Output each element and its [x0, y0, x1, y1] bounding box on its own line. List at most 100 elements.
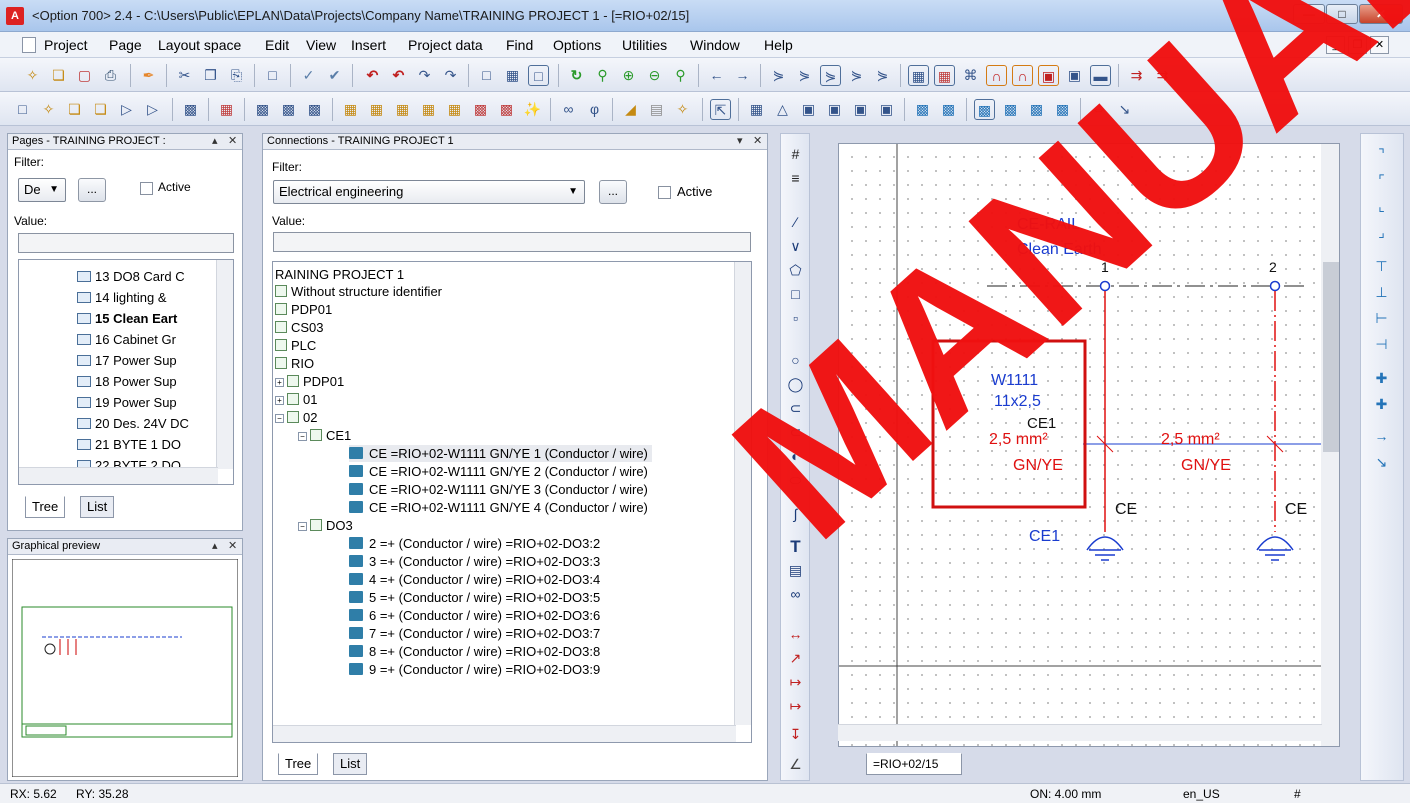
zoom-100-icon[interactable]: ⚲	[670, 65, 691, 86]
plc-b-icon[interactable]: ▦	[366, 99, 387, 120]
table-red-icon[interactable]: ▦	[934, 65, 955, 86]
line-icon[interactable]: ∕	[785, 212, 806, 233]
menu-view[interactable]: View	[306, 37, 336, 53]
device-e-icon[interactable]: ▩	[304, 99, 325, 120]
polyline-icon[interactable]: ∨	[785, 236, 806, 257]
print-icon[interactable]: ⎙	[100, 65, 121, 86]
menu-window[interactable]: Window	[690, 37, 740, 53]
sector-icon[interactable]: ◐	[785, 446, 806, 467]
pages-filter-select[interactable]: De ▼	[18, 178, 66, 202]
tree-item[interactable]: 5 =+ (Conductor / wire) =RIO+02-DO3:5	[349, 589, 600, 606]
dimension-base-icon[interactable]: ↦	[785, 696, 806, 717]
close-project-icon[interactable]: ▢	[74, 65, 95, 86]
symbol-a-icon[interactable]: ∩	[986, 65, 1007, 86]
tree-item[interactable]: CE =RIO+02-W1111 GN/YE 2 (Conductor / wi…	[349, 463, 648, 480]
graphic-b-icon[interactable]: ▤	[646, 99, 667, 120]
zoom-in-icon[interactable]: ⊕	[618, 65, 639, 86]
menu-utilities[interactable]: Utilities	[622, 37, 667, 53]
dimension-incremental-icon[interactable]: ↧	[785, 724, 806, 745]
rectangle-icon[interactable]: □	[785, 284, 806, 305]
graphic-a-icon[interactable]: ◢	[620, 99, 641, 120]
pages-tab-tree[interactable]: Tree	[25, 496, 66, 518]
layout-b-icon[interactable]: △	[772, 99, 793, 120]
dimension-chain-icon[interactable]: ↦	[785, 672, 806, 693]
tee-left-icon[interactable]: ⊣	[1371, 334, 1392, 355]
select-area-icon[interactable]: □	[262, 65, 283, 86]
symbol-g-icon[interactable]: ⇉	[1152, 65, 1173, 86]
pages-active-checkbox[interactable]	[140, 182, 153, 195]
connections-vertical-scrollbar[interactable]	[734, 262, 751, 725]
view-f-icon[interactable]: ▩	[1052, 99, 1073, 120]
circle-icon[interactable]: ○	[785, 350, 806, 371]
layout-c-icon[interactable]: ▣	[798, 99, 819, 120]
arc-3p-icon[interactable]: ⊂	[785, 422, 806, 443]
panel-close-icon[interactable]: ✕	[753, 134, 762, 147]
angle-icon[interactable]: ∠	[785, 754, 806, 775]
connection-a-icon[interactable]: ⋟	[768, 65, 789, 86]
tree-item[interactable]: 13 DO8 Card C	[77, 268, 185, 285]
plc-e-icon[interactable]: ▦	[444, 99, 465, 120]
connection-b-icon[interactable]: ⋟	[794, 65, 815, 86]
app-logo-icon[interactable]: A	[6, 7, 24, 25]
insert-e-icon[interactable]: ▷	[116, 99, 137, 120]
tree-item[interactable]: CE =RIO+02-W1111 GN/YE 3 (Conductor / wi…	[349, 481, 648, 498]
menu-insert[interactable]: Insert	[351, 37, 386, 53]
dimension-aligned-icon[interactable]: ↗	[785, 648, 806, 669]
view-a-icon[interactable]: ▩	[912, 99, 933, 120]
layout-a-icon[interactable]: ▦	[746, 99, 767, 120]
connections-tree[interactable]: RAINING PROJECT 1 Without structure iden…	[272, 261, 752, 743]
tree-item[interactable]: 20 Des. 24V DC	[77, 415, 189, 432]
minimize-button[interactable]: —	[1293, 4, 1325, 24]
symbol-c-icon[interactable]: ▣	[1038, 65, 1059, 86]
tree-item[interactable]: CS03	[275, 319, 324, 336]
undo-list-icon[interactable]: ↶	[388, 65, 409, 86]
wrench-icon[interactable]: ✒	[138, 65, 159, 86]
redo-list-icon[interactable]: ↷	[440, 65, 461, 86]
view-h-icon[interactable]: ↘	[1114, 99, 1135, 120]
device-a-icon[interactable]: ▩	[180, 99, 201, 120]
rounded-rect-icon[interactable]: ▫	[785, 308, 806, 329]
plc-f-icon[interactable]: ▩	[470, 99, 491, 120]
panel-menu-icon[interactable]: ▴	[212, 134, 218, 147]
graphic-c-icon[interactable]: ✧	[672, 99, 693, 120]
menu-project[interactable]: Project	[44, 37, 88, 53]
cross-b-icon[interactable]: ✚	[1371, 394, 1392, 415]
insert-c-icon[interactable]: ❏	[64, 99, 85, 120]
pages-tree[interactable]: 13 DO8 Card C 14 lighting & 15 Clean Ear…	[18, 259, 234, 485]
panel-menu-icon[interactable]: ▴	[212, 539, 218, 552]
connections-tab-list[interactable]: List	[333, 753, 368, 775]
tree-item[interactable]: − DO3	[298, 517, 353, 534]
pages-value-field[interactable]	[18, 233, 234, 253]
open-project-icon[interactable]: ❏	[48, 65, 69, 86]
page-preview-thumbnail[interactable]	[12, 559, 238, 777]
tree-item[interactable]: 7 =+ (Conductor / wire) =RIO+02-DO3:7	[349, 625, 600, 642]
spline-icon[interactable]: ∫	[785, 504, 806, 525]
mdi-restore-button[interactable]: ❐	[1348, 36, 1367, 54]
view-c-icon[interactable]: ▩	[974, 99, 995, 120]
tree-item[interactable]: 2 =+ (Conductor / wire) =RIO+02-DO3:2	[349, 535, 600, 552]
redo-icon[interactable]: ↷	[414, 65, 435, 86]
tree-item[interactable]: + PDP01	[275, 373, 344, 390]
tree-item[interactable]: 21 BYTE 1 DO	[77, 436, 181, 453]
tree-item[interactable]: 4 =+ (Conductor / wire) =RIO+02-DO3:4	[349, 571, 600, 588]
tree-item-selected[interactable]: 15 Clean Eart	[77, 310, 177, 327]
tree-item[interactable]: RIO	[275, 355, 314, 372]
menu-edit[interactable]: Edit	[265, 37, 289, 53]
page-icon[interactable]: □	[476, 65, 497, 86]
menu-help[interactable]: Help	[764, 37, 793, 53]
tree-item[interactable]: 19 Power Sup	[77, 394, 177, 411]
panel-close-icon[interactable]: ✕	[228, 134, 237, 147]
plc-h-icon[interactable]: ✨	[522, 99, 543, 120]
maximize-button[interactable]: □	[1326, 4, 1358, 24]
window-icon[interactable]: □	[528, 65, 549, 86]
tee-down-icon[interactable]: ⊤	[1371, 256, 1392, 277]
link-icon[interactable]: ∞	[785, 584, 806, 605]
refresh-icon[interactable]: ↻	[566, 65, 587, 86]
menu-find[interactable]: Find	[506, 37, 533, 53]
symbol-b-icon[interactable]: ∩	[1012, 65, 1033, 86]
tree-item[interactable]: 17 Power Sup	[77, 352, 177, 369]
menu-layout-space[interactable]: Layout space	[158, 37, 241, 53]
tree-item[interactable]: PDP01	[275, 301, 332, 318]
back-icon[interactable]: ←	[706, 65, 727, 86]
insert-a-icon[interactable]: □	[12, 99, 33, 120]
